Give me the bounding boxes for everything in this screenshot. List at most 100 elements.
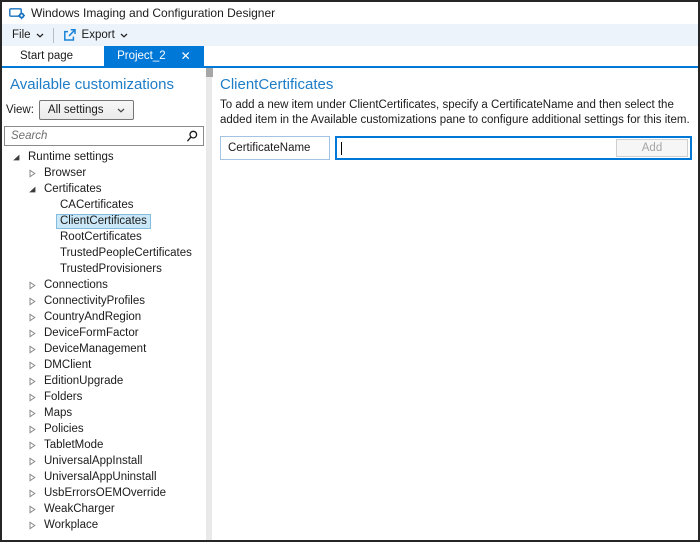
- tree-item-universalappinstall[interactable]: UniversalAppInstall: [2, 453, 206, 469]
- tree-item-certificates[interactable]: Certificates: [2, 181, 206, 197]
- tree-item-devicemanagement[interactable]: DeviceManagement: [2, 341, 206, 357]
- tree-item-trustedpeoplecertificates[interactable]: TrustedPeopleCertificates: [2, 245, 206, 261]
- tree-item-label: DeviceManagement: [40, 342, 150, 357]
- expander-collapsed-icon[interactable]: [24, 469, 40, 485]
- tree-item-usberrorsoemoverride[interactable]: UsbErrorsOEMOverride: [2, 485, 206, 501]
- tree-item-trustedprovisioners[interactable]: TrustedProvisioners: [2, 261, 206, 277]
- tree-item-connectivityprofiles[interactable]: ConnectivityProfiles: [2, 293, 206, 309]
- tree-item-weakcharger[interactable]: WeakCharger: [2, 501, 206, 517]
- add-item-form: CertificateName Add: [220, 136, 692, 160]
- expander-placeholder: [40, 213, 56, 229]
- tree-item-workplace[interactable]: Workplace: [2, 517, 206, 533]
- tab-start-page[interactable]: Start page: [2, 46, 91, 66]
- tree-item-deviceformfactor[interactable]: DeviceFormFactor: [2, 325, 206, 341]
- expander-collapsed-icon[interactable]: [24, 293, 40, 309]
- expander-collapsed-icon[interactable]: [24, 341, 40, 357]
- tab-strip: Start page Project_2 ✕: [2, 46, 698, 68]
- tree-item-cacertificates[interactable]: CACertificates: [2, 197, 206, 213]
- expander-collapsed-icon[interactable]: [24, 437, 40, 453]
- window-title: Windows Imaging and Configuration Design…: [31, 6, 275, 20]
- tree-item-policies[interactable]: Policies: [2, 421, 206, 437]
- tree-item-label: Certificates: [40, 182, 106, 197]
- expander-placeholder: [40, 261, 56, 277]
- tab-project-2[interactable]: Project_2 ✕: [104, 46, 204, 66]
- expander-placeholder: [40, 229, 56, 245]
- view-dropdown[interactable]: All settings: [39, 100, 134, 120]
- tree-item-rootcertificates[interactable]: RootCertificates: [2, 229, 206, 245]
- tree-item-label: CountryAndRegion: [40, 310, 145, 325]
- text-caret: [341, 142, 342, 155]
- tree-item-label: CACertificates: [56, 198, 138, 213]
- tree-item-browser[interactable]: Browser: [2, 165, 206, 181]
- menu-separator: [53, 28, 54, 43]
- tree-item-label: Folders: [40, 390, 86, 405]
- splitter-grip[interactable]: [206, 68, 213, 77]
- tree-item-label: Workplace: [40, 518, 102, 533]
- export-menu-label: Export: [82, 29, 115, 41]
- close-icon[interactable]: ✕: [181, 50, 191, 62]
- expander-collapsed-icon[interactable]: [24, 373, 40, 389]
- expander-collapsed-icon[interactable]: [24, 357, 40, 373]
- setting-title: ClientCertificates: [220, 76, 692, 93]
- expander-expanded-icon[interactable]: [24, 181, 40, 197]
- export-menu-button[interactable]: Export: [63, 28, 128, 42]
- tree-item-label: DMClient: [40, 358, 95, 373]
- file-menu-button[interactable]: File: [12, 29, 44, 41]
- tree-item-label: ClientCertificates: [56, 214, 151, 229]
- tree-item-clientcertificates[interactable]: ClientCertificates: [2, 213, 206, 229]
- menu-bar: File Export: [2, 24, 698, 46]
- search-icon: [186, 130, 198, 143]
- expander-expanded-icon[interactable]: [8, 149, 24, 165]
- expander-collapsed-icon[interactable]: [24, 421, 40, 437]
- view-label: View:: [6, 104, 34, 116]
- expander-placeholder: [40, 197, 56, 213]
- expander-collapsed-icon[interactable]: [24, 501, 40, 517]
- tree-item-label: TabletMode: [40, 438, 107, 453]
- tree-item-label: UniversalAppInstall: [40, 454, 146, 469]
- tree-item-countryandregion[interactable]: CountryAndRegion: [2, 309, 206, 325]
- tree-item-label: TrustedProvisioners: [56, 262, 166, 277]
- expander-collapsed-icon[interactable]: [24, 165, 40, 181]
- app-window: Windows Imaging and Configuration Design…: [0, 0, 700, 542]
- expander-collapsed-icon[interactable]: [24, 405, 40, 421]
- tree-item-label: ConnectivityProfiles: [40, 294, 149, 309]
- add-button[interactable]: Add: [616, 139, 688, 157]
- expander-collapsed-icon[interactable]: [24, 277, 40, 293]
- tree-item-label: UsbErrorsOEMOverride: [40, 486, 170, 501]
- main-body: Available customizations View: All setti…: [2, 68, 698, 540]
- tree-item-label: Browser: [40, 166, 90, 181]
- expander-collapsed-icon[interactable]: [24, 453, 40, 469]
- tree-item-label: Policies: [40, 422, 88, 437]
- tree-item-runtime settings[interactable]: Runtime settings: [2, 149, 206, 165]
- tree-item-label: EditionUpgrade: [40, 374, 127, 389]
- expander-collapsed-icon[interactable]: [24, 517, 40, 533]
- tree-item-universalappuninstall[interactable]: UniversalAppUninstall: [2, 469, 206, 485]
- expander-collapsed-icon[interactable]: [24, 325, 40, 341]
- tree-item-folders[interactable]: Folders: [2, 389, 206, 405]
- tree-item-label: Maps: [40, 406, 76, 421]
- available-customizations-pane: Available customizations View: All setti…: [2, 68, 206, 540]
- settings-detail-pane: ClientCertificates To add a new item und…: [212, 68, 698, 540]
- pane-splitter[interactable]: [206, 68, 212, 540]
- tree-item-dmclient[interactable]: DMClient: [2, 357, 206, 373]
- setting-description: To add a new item under ClientCertificat…: [220, 98, 692, 127]
- expander-collapsed-icon[interactable]: [24, 309, 40, 325]
- tree-item-label: Runtime settings: [24, 150, 118, 165]
- tree-item-connections[interactable]: Connections: [2, 277, 206, 293]
- expander-collapsed-icon[interactable]: [24, 389, 40, 405]
- certificate-name-label: CertificateName: [228, 142, 310, 154]
- expander-placeholder: [40, 245, 56, 261]
- export-icon: [63, 28, 77, 42]
- expander-collapsed-icon[interactable]: [24, 485, 40, 501]
- certificate-name-input-wrap: Add: [335, 136, 692, 160]
- pane-title: Available customizations: [10, 76, 206, 93]
- search-box: [4, 126, 204, 146]
- tree-item-editionupgrade[interactable]: EditionUpgrade: [2, 373, 206, 389]
- chevron-down-icon: [117, 108, 125, 113]
- tree-item-tabletmode[interactable]: TabletMode: [2, 437, 206, 453]
- tree-item-maps[interactable]: Maps: [2, 405, 206, 421]
- tree-item-label: DeviceFormFactor: [40, 326, 143, 341]
- chevron-down-icon: [36, 33, 44, 38]
- search-input[interactable]: [5, 130, 186, 142]
- tree-item-label: TrustedPeopleCertificates: [56, 246, 196, 261]
